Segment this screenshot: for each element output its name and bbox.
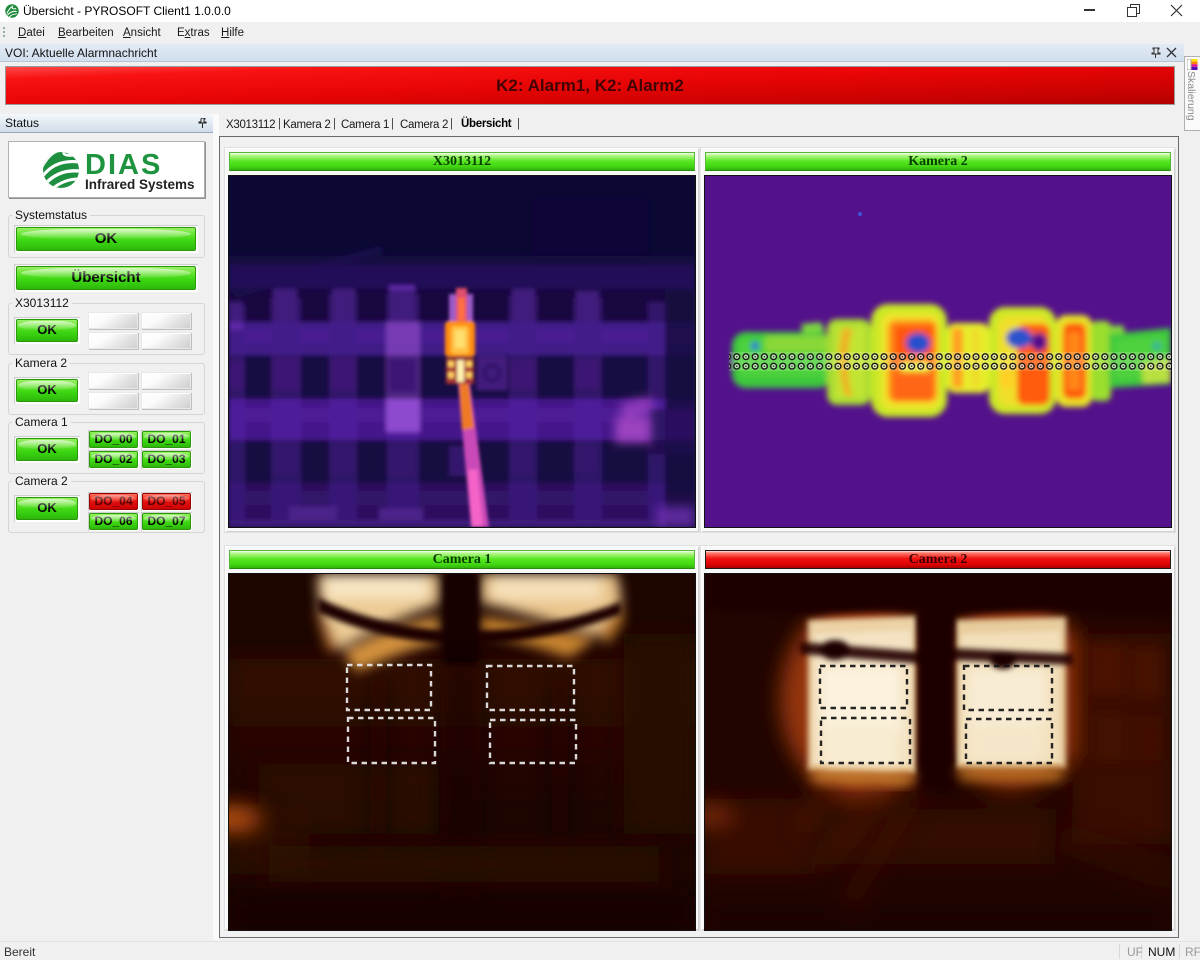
svg-text:Skalierung: Skalierung (1185, 71, 1197, 121)
svg-text:Infrared Systems: Infrared Systems (85, 177, 195, 192)
